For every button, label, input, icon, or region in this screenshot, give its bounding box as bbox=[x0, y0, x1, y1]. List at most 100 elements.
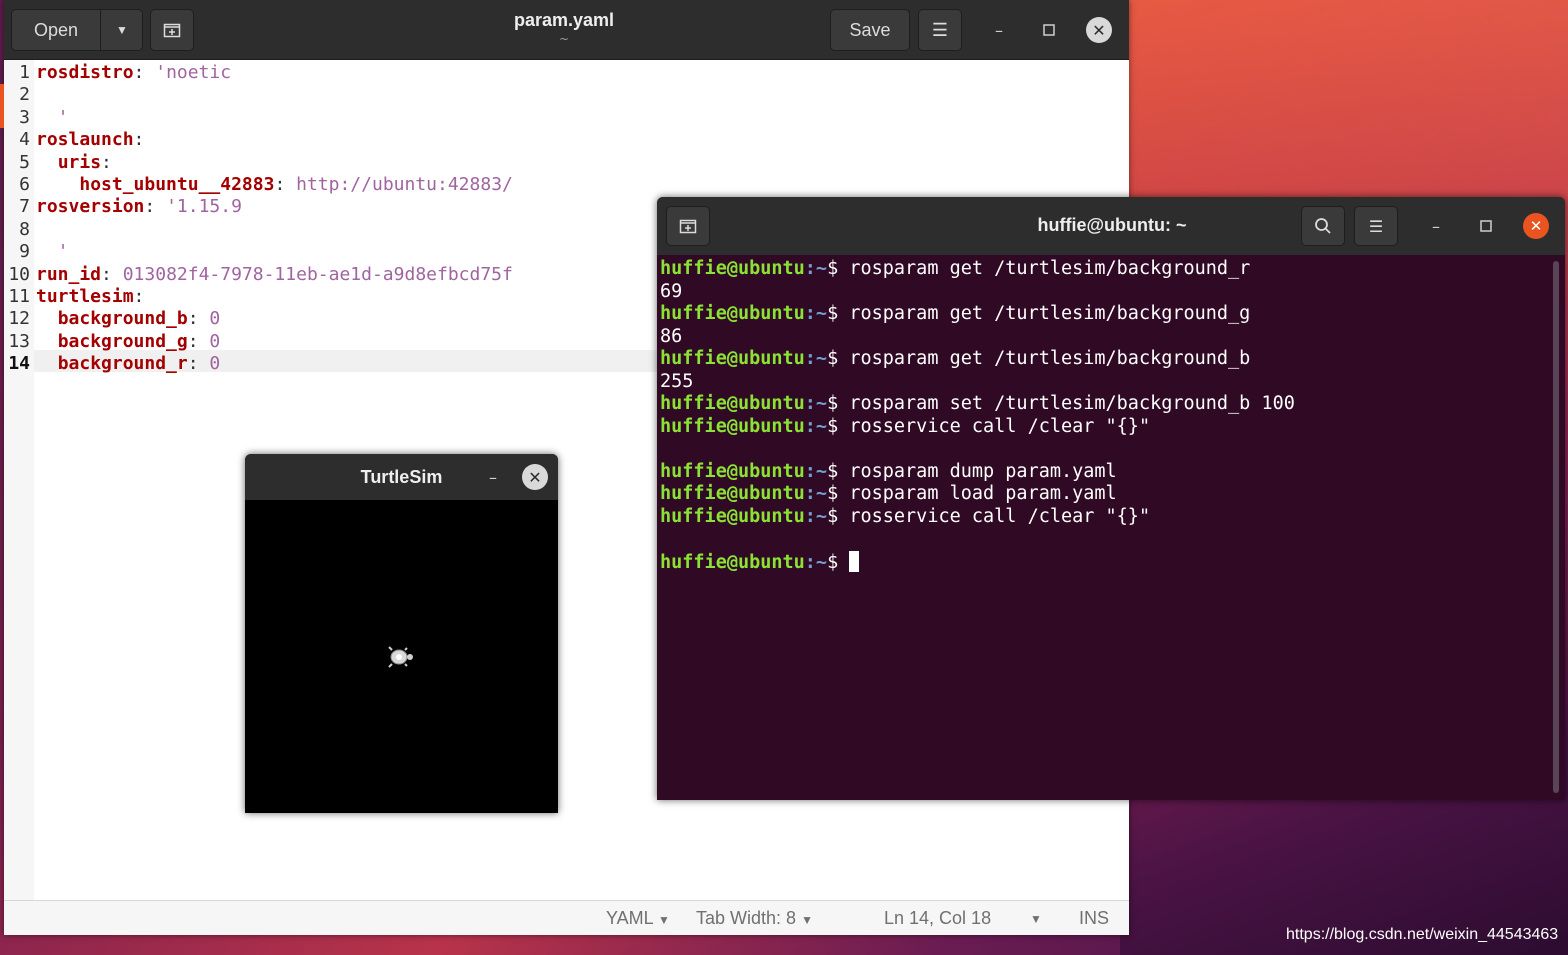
save-button[interactable]: Save bbox=[830, 9, 910, 51]
terminal-command-line: huffie@ubuntu:~$ rosservice call /clear … bbox=[660, 506, 1150, 529]
line-number: 2 bbox=[19, 84, 30, 106]
tab-width-label: Tab Width: 8 bbox=[696, 908, 797, 928]
yaml-separator: : bbox=[101, 151, 112, 173]
yaml-value: 'noetic bbox=[155, 62, 232, 83]
new-tab-icon bbox=[163, 23, 181, 38]
terminal-scrollbar[interactable] bbox=[1553, 261, 1559, 793]
turtle-icon bbox=[388, 646, 413, 668]
insert-mode: INS bbox=[1079, 908, 1110, 928]
close-icon[interactable]: ✕ bbox=[1523, 213, 1549, 239]
prompt-user: huffie@ubuntu bbox=[660, 505, 805, 527]
yaml-key: background_r bbox=[57, 353, 188, 375]
yaml-value: 0 bbox=[209, 308, 221, 330]
prompt-path: :~ bbox=[804, 551, 828, 573]
terminal-output-line: 86 bbox=[660, 326, 682, 349]
open-dropdown-icon[interactable]: ▼ bbox=[101, 10, 143, 50]
gedit-headerbar: Open ▼ param.yaml ~ Save ☰ – ✕ bbox=[4, 0, 1129, 60]
code-line: 3 ' bbox=[4, 107, 1124, 129]
prompt-sign: $ bbox=[827, 551, 850, 573]
new-tab-button[interactable] bbox=[150, 9, 194, 51]
language-selector[interactable]: YAML ▼ bbox=[606, 908, 670, 929]
yaml-separator: : bbox=[187, 330, 210, 352]
maximize-icon[interactable] bbox=[1474, 214, 1498, 238]
yaml-value: '1.15.9 bbox=[166, 196, 242, 218]
yaml-separator: : bbox=[101, 263, 123, 285]
minimize-icon[interactable]: – bbox=[1424, 214, 1448, 238]
prompt-user: huffie@ubuntu bbox=[660, 258, 805, 279]
line-number: 1 bbox=[19, 62, 30, 83]
yaml-separator: : bbox=[187, 308, 210, 330]
prompt-user: huffie@ubuntu bbox=[660, 348, 805, 369]
prompt-user: huffie@ubuntu bbox=[660, 460, 805, 482]
line-number: 5 bbox=[19, 151, 30, 173]
maximize-icon[interactable] bbox=[1037, 18, 1061, 42]
code-line: 6 host_ubuntu__42883: http://ubuntu:4288… bbox=[4, 174, 1124, 196]
yaml-value: 013082f4-7978-11eb-ae1d-a9d8efbcd75f bbox=[122, 263, 513, 285]
chevron-down-icon: ▼ bbox=[658, 913, 670, 927]
command-text: rosparam get /turtlesim/background_g bbox=[849, 303, 1251, 324]
close-icon[interactable]: ✕ bbox=[1086, 17, 1112, 43]
prompt-sign: $ bbox=[827, 303, 850, 324]
close-icon[interactable]: ✕ bbox=[522, 464, 548, 490]
search-icon bbox=[1315, 218, 1331, 234]
terminal-output-line: 69 bbox=[660, 281, 682, 304]
minimize-icon[interactable]: – bbox=[987, 18, 1011, 42]
code-line: 5 uris: bbox=[4, 152, 1124, 174]
yaml-key: host_ubuntu__42883 bbox=[79, 174, 275, 195]
terminal-command-line: huffie@ubuntu:~$ rosparam get /turtlesim… bbox=[660, 303, 1250, 326]
hamburger-icon: ☰ bbox=[931, 19, 949, 40]
open-button[interactable]: Open bbox=[12, 10, 100, 50]
yaml-key: run_id bbox=[36, 263, 102, 285]
yaml-key: rosversion bbox=[36, 196, 145, 218]
prompt-path: :~ bbox=[804, 460, 828, 482]
code-text: roslaunch: bbox=[36, 129, 144, 151]
code-text: background_g: 0 bbox=[36, 330, 221, 353]
prompt-user: huffie@ubuntu bbox=[660, 303, 805, 324]
tab-width-selector[interactable]: Tab Width: 8 ▼ bbox=[696, 908, 813, 929]
terminal-command-line: huffie@ubuntu:~$ rosparam set /turtlesim… bbox=[660, 393, 1295, 416]
command-text: rosparam dump param.yaml bbox=[849, 460, 1117, 482]
minimize-icon[interactable]: – bbox=[481, 465, 505, 489]
window-title: param.yaml bbox=[513, 10, 615, 30]
output-text: 69 bbox=[660, 280, 683, 302]
cursor-position[interactable]: Ln 14, Col 18 bbox=[884, 908, 991, 929]
command-text: rosservice call /clear "{}" bbox=[849, 505, 1151, 527]
open-button-group[interactable]: Open ▼ bbox=[11, 9, 143, 51]
line-number: 11 bbox=[8, 286, 30, 307]
yaml-value: 0 bbox=[209, 353, 221, 375]
command-text: rosparam load param.yaml bbox=[849, 483, 1117, 504]
line-number: 6 bbox=[19, 174, 30, 195]
hamburger-menu-button[interactable]: ☰ bbox=[918, 9, 962, 51]
prompt-sign: $ bbox=[827, 393, 850, 414]
chevron-down-icon[interactable]: ▼ bbox=[1030, 912, 1042, 926]
prompt-user: huffie@ubuntu bbox=[660, 415, 805, 437]
yaml-key: turtlesim bbox=[36, 286, 134, 307]
terminal-command-line: huffie@ubuntu:~$ rosparam dump param.yam… bbox=[660, 461, 1117, 484]
code-text: background_b: 0 bbox=[36, 308, 221, 330]
yaml-key: background_b bbox=[57, 308, 188, 330]
yaml-key: rosdistro bbox=[36, 62, 134, 83]
prompt-sign: $ bbox=[827, 258, 850, 279]
terminal-window[interactable]: huffie@ubuntu: ~ ☰ – ✕ huffie@ubuntu:~$ … bbox=[657, 197, 1565, 800]
code-text: background_r: 0 bbox=[36, 353, 221, 375]
prompt-sign: $ bbox=[827, 505, 850, 527]
prompt-sign: $ bbox=[827, 348, 850, 369]
yaml-value: ' bbox=[36, 241, 69, 263]
status-bar: YAML ▼ Tab Width: 8 ▼ Ln 14, Col 18 ▼ IN… bbox=[4, 900, 1129, 935]
code-line: 2 bbox=[4, 84, 1124, 106]
output-text: 255 bbox=[660, 370, 694, 392]
hamburger-menu-button[interactable]: ☰ bbox=[1354, 206, 1398, 246]
code-text: ' bbox=[36, 107, 69, 129]
prompt-sign: $ bbox=[827, 460, 850, 482]
turtlesim-window: TurtleSim – ✕ bbox=[245, 454, 558, 813]
command-text: rosservice call /clear "{}" bbox=[849, 415, 1151, 437]
yaml-value: 0 bbox=[209, 330, 221, 352]
search-button[interactable] bbox=[1301, 206, 1345, 246]
yaml-key: background_g bbox=[57, 330, 188, 352]
new-tab-button[interactable] bbox=[666, 206, 710, 246]
yaml-separator: : bbox=[187, 353, 210, 375]
prompt-path: :~ bbox=[804, 303, 828, 324]
